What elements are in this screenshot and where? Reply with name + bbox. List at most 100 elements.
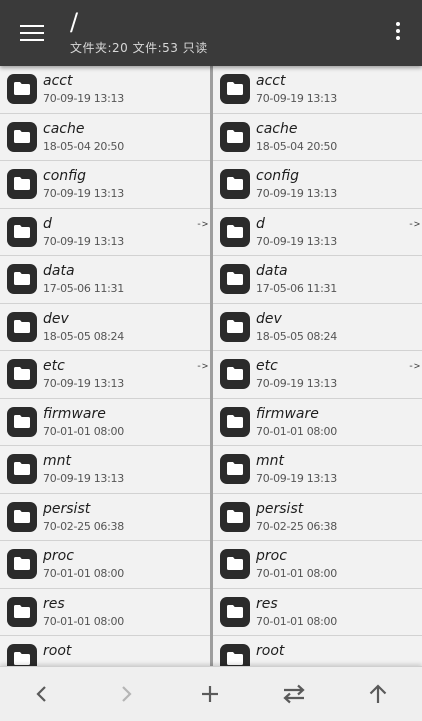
folder-icon (220, 169, 250, 199)
modified-date: 70-09-19 13:13 (256, 92, 337, 105)
back-button[interactable] (0, 667, 84, 721)
folder-row[interactable]: acct 70-09-19 13:13 (0, 66, 210, 114)
left-pane[interactable]: acct 70-09-19 13:13 cache 18-05-04 20:50 con… (0, 66, 210, 666)
folder-icon (7, 169, 37, 199)
parent-folder-button[interactable] (336, 667, 420, 721)
left-file-list: acct 70-09-19 13:13 cache 18-05-04 20:50 con… (0, 66, 210, 666)
folder-name: mnt (43, 453, 71, 469)
folder-icon (220, 264, 250, 294)
modified-date: 70-02-25 06:38 (256, 519, 337, 533)
right-pane[interactable]: acct 70-09-19 13:13 cache 18-05-04 20:50 con… (213, 66, 422, 666)
bottom-toolbar (0, 666, 422, 721)
folder-name: firmware (256, 405, 319, 422)
folder-row[interactable]: etc 70-09-19 13:13 -> (213, 351, 422, 399)
folder-name: acct (256, 73, 286, 89)
chevron-left-icon (36, 686, 46, 702)
current-path: / (70, 8, 79, 36)
folder-icon (220, 311, 250, 342)
folder-row[interactable]: proc 70-01-01 08:00 (213, 541, 422, 589)
modified-date: 18-05-04 20:50 (43, 139, 124, 153)
folder-name: data (43, 263, 75, 279)
hamburger-menu-icon[interactable] (18, 20, 46, 46)
folder-name: proc (256, 548, 287, 564)
plus-icon (202, 686, 218, 702)
folder-row[interactable]: config 70-09-19 13:13 (213, 161, 422, 209)
modified-date: 70-02-25 06:38 (43, 519, 124, 533)
arrow-up-icon (369, 684, 387, 703)
folder-icon (7, 216, 37, 247)
folder-name: root (256, 643, 285, 659)
folder-icon (7, 121, 37, 152)
folder-row[interactable]: firmware 70-01-01 08:00 (0, 399, 210, 446)
app-toolbar: / 文件夹:20 文件:53 只读 (0, 0, 422, 66)
symlink-indicator: -> (407, 361, 420, 372)
folder-icon (220, 121, 250, 152)
folder-icon (220, 644, 250, 666)
symlink-indicator: -> (407, 218, 420, 230)
modified-date: 70-09-19 13:13 (256, 377, 337, 390)
folder-row[interactable]: root (213, 636, 422, 666)
folder-row[interactable]: persist 70-02-25 06:38 (0, 494, 210, 541)
folder-row[interactable]: d 70-09-19 13:13 -> (0, 209, 210, 256)
add-button[interactable] (168, 667, 252, 721)
folder-row[interactable]: data 17-05-06 11:31 (0, 256, 210, 304)
folder-icon (220, 596, 250, 627)
folder-name: res (43, 595, 65, 612)
folder-row[interactable]: mnt 70-09-19 13:13 (213, 446, 422, 494)
folder-file-count: 文件夹:20 文件:53 只读 (70, 41, 208, 55)
modified-date: 70-09-19 13:13 (43, 234, 124, 248)
symlink-indicator: -> (195, 218, 208, 230)
modified-date: 17-05-06 11:31 (43, 282, 124, 295)
folder-row[interactable]: root (0, 636, 210, 666)
modified-date: 70-01-01 08:00 (256, 614, 337, 628)
folder-row[interactable]: etc 70-09-19 13:13 -> (0, 351, 210, 399)
folder-icon (7, 74, 37, 104)
folder-name: cache (43, 120, 85, 137)
folder-name: config (43, 168, 87, 184)
chevron-right-icon (122, 686, 132, 702)
folder-name: firmware (43, 405, 106, 422)
folder-name: d (256, 215, 265, 232)
folder-icon (7, 596, 37, 627)
folder-row[interactable]: dev 18-05-05 08:24 (0, 304, 210, 351)
modified-date: 18-05-05 08:24 (43, 329, 124, 343)
folder-name: persist (43, 500, 91, 517)
folder-name: cache (256, 120, 298, 137)
swap-panes-button[interactable] (252, 667, 336, 721)
modified-date: 70-01-01 08:00 (43, 567, 124, 580)
folder-icon (7, 644, 37, 666)
folder-icon (7, 264, 37, 294)
folder-icon (220, 549, 250, 579)
folder-icon (7, 501, 37, 532)
modified-date: 17-05-06 11:31 (256, 282, 337, 295)
forward-button[interactable] (84, 667, 168, 721)
folder-row[interactable]: mnt 70-09-19 13:13 (0, 446, 210, 494)
folder-row[interactable]: cache 18-05-04 20:50 (0, 114, 210, 161)
right-file-list: acct 70-09-19 13:13 cache 18-05-04 20:50 con… (213, 66, 422, 666)
folder-row[interactable]: acct 70-09-19 13:13 (213, 66, 422, 114)
folder-name: res (256, 595, 278, 612)
modified-date: 18-05-04 20:50 (256, 139, 337, 153)
folder-row[interactable]: persist 70-02-25 06:38 (213, 494, 422, 541)
folder-icon (7, 311, 37, 342)
folder-icon (220, 501, 250, 532)
folder-icon (7, 359, 37, 389)
modified-date: 70-09-19 13:13 (43, 472, 124, 485)
folder-row[interactable]: firmware 70-01-01 08:00 (213, 399, 422, 446)
modified-date: 70-09-19 13:13 (43, 187, 124, 200)
folder-row[interactable]: res 70-01-01 08:00 (213, 589, 422, 636)
folder-name: proc (43, 548, 74, 564)
folder-row[interactable]: dev 18-05-05 08:24 (213, 304, 422, 351)
folder-row[interactable]: proc 70-01-01 08:00 (0, 541, 210, 589)
swap-arrows-icon (283, 684, 305, 704)
folder-icon (7, 549, 37, 579)
more-vertical-icon[interactable] (394, 22, 402, 44)
folder-row[interactable]: res 70-01-01 08:00 (0, 589, 210, 636)
folder-row[interactable]: config 70-09-19 13:13 (0, 161, 210, 209)
folder-row[interactable]: cache 18-05-04 20:50 (213, 114, 422, 161)
dual-pane-browser: acct 70-09-19 13:13 cache 18-05-04 20:50 con… (0, 66, 422, 666)
folder-name: etc (43, 358, 65, 374)
folder-row[interactable]: d 70-09-19 13:13 -> (213, 209, 422, 256)
symlink-indicator: -> (195, 361, 208, 372)
folder-row[interactable]: data 17-05-06 11:31 (213, 256, 422, 304)
